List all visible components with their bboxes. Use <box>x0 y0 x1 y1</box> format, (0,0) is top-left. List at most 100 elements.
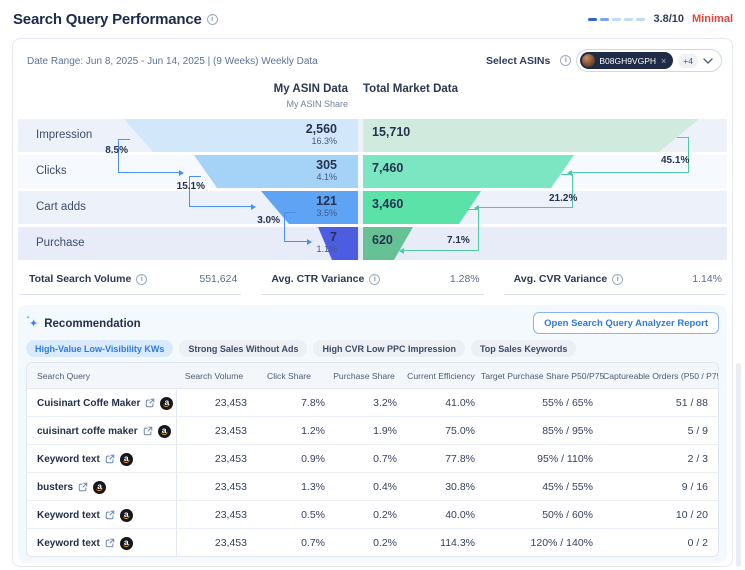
click-share-cell: 0.7% <box>251 537 327 549</box>
meter-dash <box>612 18 621 21</box>
click-share-cell: 0.9% <box>251 453 327 465</box>
funnel-stage-label: Clicks <box>36 155 67 188</box>
my-asin-share: 1.1% <box>316 244 337 254</box>
recommendation-tabs: High-Value Low-Visibility KWs Strong Sale… <box>26 340 576 357</box>
external-link-icon[interactable] <box>145 398 155 408</box>
app-header: Search Query Performance i 3.8/10 Minima… <box>13 7 733 31</box>
arrow-head <box>251 204 256 210</box>
amazon-icon[interactable]: a <box>120 453 133 466</box>
table-header-row: Search QuerySearch VolumeClick SharePurc… <box>27 363 718 389</box>
funnel-stage-label: Purchase <box>36 227 85 260</box>
info-icon[interactable]: i <box>369 274 380 285</box>
my-asin-number: 2,560 <box>306 122 337 136</box>
conversion-rate-label: 15.1% <box>177 181 205 192</box>
date-range-label: Date Range: Jun 8, 2025 - Jun 14, 2025 |… <box>27 56 318 67</box>
search-query-cell: Cuisinart Coffe Maker a <box>27 389 177 417</box>
external-link-icon[interactable] <box>105 538 115 548</box>
search-query-text: Keyword text <box>37 510 100 521</box>
purchase-share-cell: 1.9% <box>327 425 401 437</box>
target-purchase-share-cell: 45% / 55% <box>481 481 603 493</box>
amazon-icon[interactable]: a <box>120 537 133 550</box>
stat-value: 1.14% <box>692 273 722 285</box>
info-icon[interactable]: i <box>136 274 147 285</box>
stat-value: 1.28% <box>450 273 480 285</box>
tab-high-value-low-visibility-kws[interactable]: High-Value Low-Visibility KWs <box>26 340 173 357</box>
table-row[interactable]: cuisinart coffe maker a 23,453 1.2% 1.9%… <box>27 417 718 445</box>
external-link-icon[interactable] <box>78 482 88 492</box>
my-asin-number: 121 <box>316 194 337 208</box>
amazon-icon[interactable]: a <box>158 425 171 438</box>
my-asin-share-subheader: My ASIN Share <box>286 99 348 109</box>
capturable-orders-cell: 0 / 2 <box>603 537 718 549</box>
search-query-text: Keyword text <box>37 454 100 465</box>
info-icon[interactable]: i <box>207 14 218 25</box>
table-row[interactable]: Cuisinart Coffe Maker a 23,453 7.8% 3.2%… <box>27 389 718 417</box>
my-asin-share: 3.5% <box>316 208 337 218</box>
score-group: 3.8/10 Minimal <box>588 13 733 25</box>
amazon-icon[interactable]: a <box>93 481 106 494</box>
stat-item: Avg. CVR Variancei1.14% <box>504 269 726 295</box>
search-volume-cell: 23,453 <box>177 481 251 493</box>
arrow-tick <box>118 139 130 140</box>
search-query-cell: cuisinart coffe maker a <box>27 417 177 445</box>
asin-chip[interactable]: B08GH9VGPH × <box>580 52 673 69</box>
capturable-orders-cell: 10 / 20 <box>603 509 718 521</box>
click-share-cell: 1.2% <box>251 425 327 437</box>
current-efficiency-cell: 77.8% <box>401 453 481 465</box>
external-link-icon[interactable] <box>105 510 115 520</box>
search-query-cell: Keyword text a <box>27 501 177 529</box>
stat-label: Total Search Volume <box>29 273 131 285</box>
conversion-arrow <box>284 213 310 242</box>
meter-dash <box>624 18 633 21</box>
external-link-icon[interactable] <box>105 454 115 464</box>
column-header: Captureable Orders (P50 / P75) <box>603 371 719 381</box>
amazon-icon[interactable]: a <box>160 397 173 410</box>
product-avatar <box>582 54 595 67</box>
info-icon[interactable]: i <box>560 55 571 66</box>
amazon-icon[interactable]: a <box>120 509 133 522</box>
table-row[interactable]: Keyword text a 23,453 0.7% 0.2% 114.3% 1… <box>27 529 718 557</box>
arrow-tick <box>189 176 201 177</box>
tab-strong-sales-without-ads[interactable]: Strong Sales Without Ads <box>179 340 307 357</box>
recommendation-header: ✦✦ Recommendation <box>29 317 141 330</box>
capturable-orders-cell: 5 / 9 <box>603 425 718 437</box>
my-asin-data-header: My ASIN Data <box>274 83 348 95</box>
click-share-cell: 1.3% <box>251 481 327 493</box>
info-icon[interactable]: i <box>612 274 623 285</box>
tab-top-sales-keywords[interactable]: Top Sales Keywords <box>471 340 576 357</box>
target-purchase-share-cell: 120% / 140% <box>481 537 603 549</box>
click-share-cell: 0.5% <box>251 509 327 521</box>
chevron-down-icon[interactable] <box>703 58 713 64</box>
search-query-performance-page: Search Query Performance i 3.8/10 Minima… <box>0 0 745 570</box>
asin-chip-label: B08GH9VGPH <box>599 56 656 66</box>
meter-dash <box>636 18 645 21</box>
my-asin-value: 71.1% <box>316 230 337 254</box>
target-purchase-share-cell: 85% / 95% <box>481 425 603 437</box>
open-analyzer-report-button[interactable]: Open Search Query Analyzer Report <box>533 312 719 334</box>
table-row[interactable]: Keyword text a 23,453 0.9% 0.7% 77.8% 95… <box>27 445 718 473</box>
vertical-scrollbar[interactable] <box>736 363 741 567</box>
search-volume-cell: 23,453 <box>177 537 251 549</box>
column-header: Purchase Share <box>327 371 401 381</box>
capturable-orders-cell: 51 / 88 <box>603 397 718 409</box>
column-header: Search Query <box>27 371 177 381</box>
my-asin-value: 3054.1% <box>316 158 337 182</box>
table-row[interactable]: busters a 23,453 1.3% 0.4% 30.8% 45% / 5… <box>27 473 718 501</box>
asin-select-dropdown[interactable]: B08GH9VGPH × +4 <box>576 49 722 72</box>
score-value: 3.8/10 <box>653 13 684 25</box>
arrow-head <box>307 239 312 245</box>
meter-dash <box>600 18 609 21</box>
asin-selector-group: Select ASINs i B08GH9VGPH × +4 <box>486 49 722 72</box>
search-volume-cell: 23,453 <box>177 509 251 521</box>
search-query-cell: Keyword text a <box>27 529 177 557</box>
external-link-icon[interactable] <box>143 426 153 436</box>
search-volume-cell: 23,453 <box>177 425 251 437</box>
stats-row: Total Search Volumei551,624Avg. CTR Vari… <box>19 269 726 295</box>
report-card: Date Range: Jun 8, 2025 - Jun 14, 2025 |… <box>12 38 733 567</box>
search-query-cell: busters a <box>27 473 177 501</box>
my-asin-number: 305 <box>316 158 337 172</box>
table-row[interactable]: Keyword text a 23,453 0.5% 0.2% 40.0% 50… <box>27 501 718 529</box>
close-icon[interactable]: × <box>661 56 666 66</box>
arrow-head <box>179 170 184 176</box>
tab-high-cvr-low-ppc-impression[interactable]: High CVR Low PPC Impression <box>313 340 465 357</box>
